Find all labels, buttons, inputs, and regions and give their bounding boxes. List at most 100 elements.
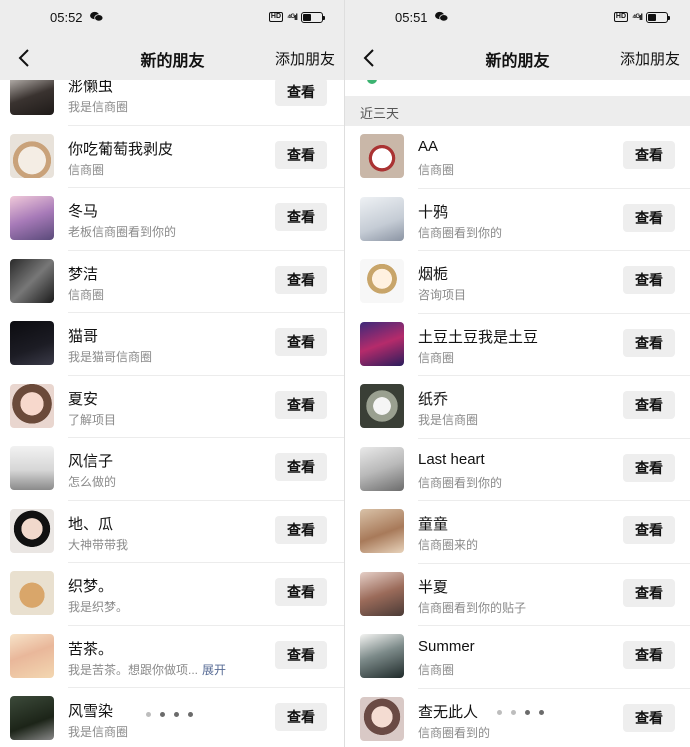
friend-name: Summer — [418, 638, 475, 655]
friend-name: 土豆土豆我是土豆 — [418, 328, 539, 346]
friend-request-list: AA 信商圈 查看 十鸦 信商圈看到你的 查看 烟栀 咨询项目 查看 土豆土豆我是土豆 信商圈 查看纸… — [345, 126, 690, 747]
friend-request-row[interactable]: 纸乔 我是信商圈 查看 — [345, 376, 690, 439]
add-friend-button[interactable]: 添加朋友 — [620, 48, 680, 69]
avatar[interactable] — [10, 383, 54, 428]
screenshot-composite: 浵懒虫 我是信商圈 查看 你吃葡萄我剥皮 信商圈 查看 冬马 老板信商圈看到你的 查看 梦洁 信商圈… — [0, 0, 690, 747]
request-note-text: 信商圈看到的 — [418, 725, 491, 740]
avatar[interactable] — [10, 696, 54, 740]
view-button[interactable]: 查看 — [275, 453, 327, 481]
friend-name: 夏安 — [68, 390, 99, 408]
view-button[interactable]: 查看 — [623, 328, 675, 357]
avatar[interactable] — [10, 321, 54, 365]
friend-request-row[interactable]: 土豆土豆我是土豆 信商圈 查看 — [345, 314, 690, 376]
view-button[interactable]: 查看 — [275, 203, 327, 231]
avatar[interactable] — [10, 633, 54, 678]
page-indicator — [146, 712, 193, 717]
page-dot — [188, 712, 193, 717]
friend-request-row[interactable]: Summer 信商圈 查看 — [345, 626, 690, 689]
view-button[interactable]: 查看 — [275, 140, 327, 169]
view-button[interactable]: 查看 — [623, 391, 675, 419]
avatar[interactable] — [360, 634, 404, 678]
avatar[interactable] — [360, 384, 404, 428]
avatar[interactable] — [10, 571, 54, 615]
view-button[interactable]: 查看 — [275, 265, 327, 294]
divider — [344, 0, 345, 747]
section-header: 近三天 — [345, 96, 690, 126]
request-note: 我是苦茶。想跟你做项... 展开 — [68, 661, 226, 678]
page-indicator — [497, 710, 544, 715]
view-button[interactable]: 查看 — [275, 578, 327, 606]
friend-request-row[interactable]: 风雪染 我是信商圈 查看 — [0, 688, 345, 747]
friend-name: 风信子 — [68, 453, 114, 470]
add-friend-button[interactable]: 添加朋友 — [275, 48, 335, 69]
request-note-text: 老板信商圈看到你的 — [68, 225, 177, 239]
view-button[interactable]: 查看 — [623, 453, 675, 482]
request-note: 信商圈来的 — [418, 536, 478, 553]
friend-request-row[interactable]: 你吃葡萄我剥皮 信商圈 查看 — [0, 126, 345, 188]
avatar[interactable] — [10, 133, 54, 178]
avatar[interactable] — [360, 446, 404, 491]
view-button[interactable]: 查看 — [275, 515, 327, 544]
avatar[interactable] — [360, 571, 404, 616]
request-note: 信商圈 — [68, 161, 104, 178]
friend-request-row[interactable]: 风信子怎么做的 查看 — [0, 438, 345, 501]
request-note: 怎么做的 — [68, 473, 116, 490]
partial-item — [345, 80, 690, 96]
request-note-text: 信商圈 — [68, 162, 105, 177]
avatar[interactable] — [360, 509, 404, 553]
view-button[interactable]: 查看 — [623, 266, 675, 294]
friend-request-row[interactable]: 十鸦 信商圈看到你的 查看 — [345, 189, 690, 251]
status-time: 05:51 — [395, 10, 428, 25]
page-dot — [174, 712, 179, 717]
friend-request-row[interactable]: 织梦。 我是织梦。 查看 — [0, 563, 345, 626]
view-button[interactable]: 查看 — [275, 78, 327, 106]
request-note: 信商圈看到你的贴子 — [418, 599, 526, 616]
request-note: 我是织梦。 — [68, 598, 128, 615]
request-note-text: 了解项目 — [68, 412, 117, 427]
friend-request-row[interactable]: 猫哥 我是猫哥信商圈 查看 — [0, 313, 345, 376]
avatar[interactable] — [10, 258, 54, 303]
request-note: 老板信商圈看到你的 — [68, 223, 176, 240]
avatar[interactable] — [10, 446, 54, 490]
friend-request-row[interactable]: 地、瓜 大神带带我 查看 — [0, 501, 345, 563]
request-note-text: 我是苦茶。想跟你做项... — [68, 662, 199, 677]
avatar[interactable] — [360, 134, 404, 178]
friend-request-row[interactable]: 烟栀 咨询项目 查看 — [345, 251, 690, 314]
battery-icon — [646, 11, 670, 23]
view-button[interactable]: 查看 — [275, 390, 327, 419]
view-button[interactable]: 查看 — [623, 516, 675, 544]
friend-request-row[interactable]: 夏安了解项目 查看 — [0, 376, 345, 438]
view-button[interactable]: 查看 — [275, 640, 327, 669]
friend-request-row[interactable]: Last heart 信商圈看到你的 查看 — [345, 439, 690, 501]
avatar[interactable] — [10, 508, 54, 553]
view-button[interactable]: 查看 — [623, 141, 675, 169]
avatar[interactable] — [10, 196, 54, 240]
view-button[interactable]: 查看 — [623, 641, 675, 669]
request-note: 我是信商圈 — [418, 411, 478, 428]
request-note-text: 信商圈来的 — [418, 538, 479, 552]
friend-request-row[interactable]: AA 信商圈 查看 — [345, 126, 690, 189]
friend-request-row[interactable]: 苦茶。 我是苦茶。想跟你做项... 展开 查看 — [0, 626, 345, 688]
friend-request-row[interactable]: 半夏 信商圈看到你的贴子 查看 — [345, 564, 690, 626]
view-button[interactable]: 查看 — [275, 703, 327, 731]
avatar[interactable] — [360, 696, 404, 741]
view-button[interactable]: 查看 — [623, 578, 675, 607]
avatar[interactable] — [360, 196, 404, 241]
view-button[interactable]: 查看 — [623, 203, 675, 232]
avatar[interactable] — [360, 259, 404, 303]
right-screen: 近三天 AA 信商圈 查看 十鸦 信商圈看到你的 查看 烟栀 咨询项目 查看 土豆土豆我是土豆 信商… — [345, 0, 690, 747]
request-note-text: 信商圈 — [418, 163, 455, 177]
view-button[interactable]: 查看 — [275, 328, 327, 356]
status-time: 05:52 — [50, 10, 83, 25]
friend-request-row[interactable]: 查无此人 信商圈看到的 查看 — [345, 689, 690, 747]
friend-request-row[interactable]: 童童 信商圈来的 查看 — [345, 501, 690, 564]
view-button[interactable]: 查看 — [623, 703, 675, 732]
avatar[interactable] — [360, 321, 404, 366]
friend-request-row[interactable]: 冬马 老板信商圈看到你的 查看 — [0, 188, 345, 251]
status-bar: 05:52 HD ⁴ᴳıl — [0, 0, 345, 36]
signal-icon: ⁴ᴳıl — [632, 12, 643, 22]
page-dot — [497, 710, 502, 715]
expand-link[interactable]: 展开 — [202, 663, 226, 677]
friend-request-row[interactable]: 梦洁 信商圈 查看 — [0, 251, 345, 313]
friend-name: Last heart — [418, 450, 485, 468]
